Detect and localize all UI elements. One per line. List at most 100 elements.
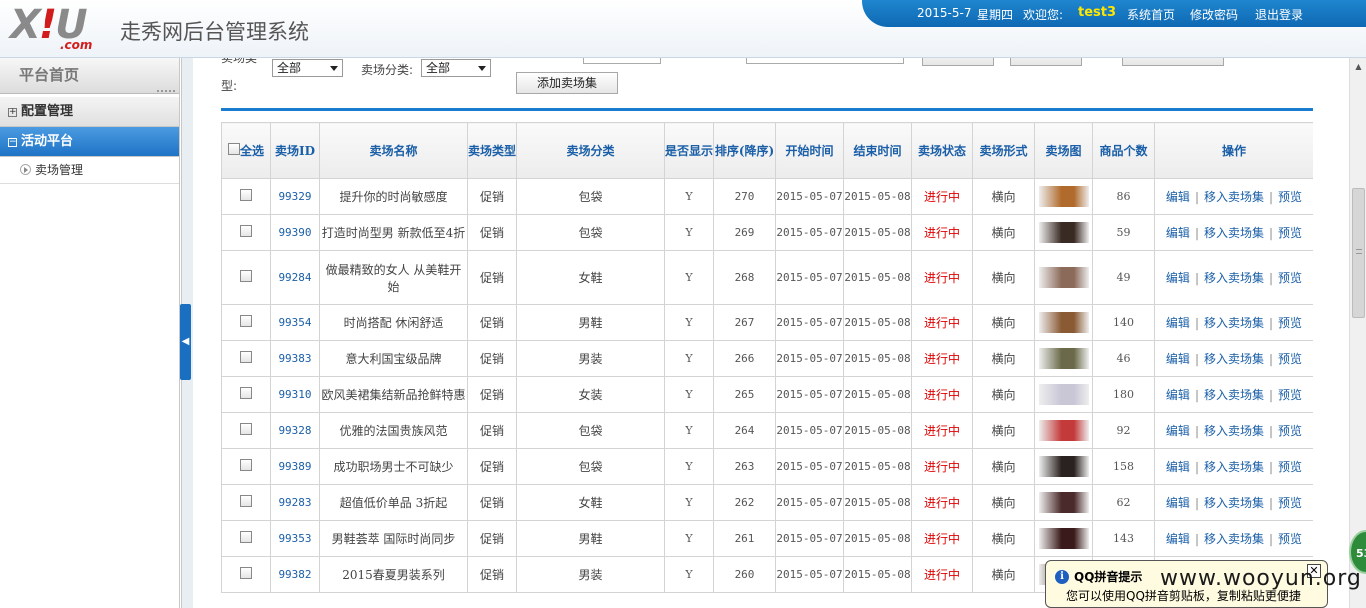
cell-id[interactable]: 99329 <box>270 178 320 215</box>
link-system-home[interactable]: 系统首页 <box>1127 6 1175 23</box>
preview-link[interactable]: 预览 <box>1278 352 1302 366</box>
link-logout[interactable]: 退出登录 <box>1255 6 1303 23</box>
row-checkbox[interactable] <box>240 225 252 237</box>
edit-link[interactable]: 编辑 <box>1166 271 1190 285</box>
cell-type: 促销 <box>467 250 517 305</box>
cell-operations: 编辑 | 移入卖场集 | 预览 <box>1154 448 1313 485</box>
column-header: 结束时间 <box>843 122 912 179</box>
cell-form: 横向 <box>972 484 1035 521</box>
cell-name: 男鞋荟萃 国际时尚同步 <box>319 520 468 557</box>
move-to-set-link[interactable]: 移入卖场集 <box>1204 388 1264 402</box>
filter-button-1[interactable] <box>922 58 994 66</box>
chevron-down-icon <box>478 66 486 71</box>
preview-link[interactable]: 预览 <box>1278 532 1302 546</box>
preview-link[interactable]: 预览 <box>1278 316 1302 330</box>
select-all-header[interactable]: 全选 <box>221 122 271 179</box>
edit-link[interactable]: 编辑 <box>1166 352 1190 366</box>
column-header: 卖场分类 <box>516 122 665 179</box>
row-checkbox[interactable] <box>240 423 252 435</box>
preview-link[interactable]: 预览 <box>1278 271 1302 285</box>
filter-input-2[interactable] <box>746 58 904 64</box>
preview-link[interactable]: 预览 <box>1278 460 1302 474</box>
category-select[interactable]: 全部 <box>421 59 491 77</box>
move-to-set-link[interactable]: 移入卖场集 <box>1204 496 1264 510</box>
filter-input-1[interactable] <box>583 58 661 64</box>
sidebar-home[interactable]: 平台首页 <box>0 58 179 94</box>
move-to-set-link[interactable]: 移入卖场集 <box>1204 316 1264 330</box>
move-to-set-link[interactable]: 移入卖场集 <box>1204 271 1264 285</box>
separator: | <box>1194 271 1199 285</box>
cell-id[interactable]: 99284 <box>270 250 320 305</box>
edit-link[interactable]: 编辑 <box>1166 460 1190 474</box>
move-to-set-link[interactable]: 移入卖场集 <box>1204 424 1264 438</box>
cell-sort: 268 <box>713 250 776 305</box>
column-header: 操作 <box>1154 122 1313 179</box>
top-bar: 2015-5-7 星期四 欢迎您: test3 系统首页 修改密码 退出登录 <box>862 0 1366 27</box>
edit-link[interactable]: 编辑 <box>1166 532 1190 546</box>
cell-status: 进行中 <box>911 448 973 485</box>
vertical-scrollbar[interactable]: ▲ <box>1349 58 1366 608</box>
move-to-set-link[interactable]: 移入卖场集 <box>1204 190 1264 204</box>
sidebar-item-config[interactable]: + 配置管理 <box>0 97 179 127</box>
row-checkbox[interactable] <box>240 459 252 471</box>
preview-link[interactable]: 预览 <box>1278 496 1302 510</box>
select-all-checkbox[interactable] <box>227 142 240 155</box>
cell-id[interactable]: 99382 <box>270 556 320 593</box>
cell-show: Y <box>664 178 714 215</box>
row-checkbox[interactable] <box>240 270 252 282</box>
cell-start: 2015-05-07 <box>775 214 844 251</box>
add-market-set-button[interactable]: 添加卖场集 <box>516 72 618 94</box>
row-checkbox[interactable] <box>240 495 252 507</box>
preview-link[interactable]: 预览 <box>1278 388 1302 402</box>
edit-link[interactable]: 编辑 <box>1166 190 1190 204</box>
cell-id[interactable]: 99283 <box>270 484 320 521</box>
row-checkbox[interactable] <box>240 531 252 543</box>
preview-link[interactable]: 预览 <box>1278 190 1302 204</box>
move-to-set-link[interactable]: 移入卖场集 <box>1204 532 1264 546</box>
cell-sort: 270 <box>713 178 776 215</box>
cell-sort: 266 <box>713 340 776 377</box>
preview-link[interactable]: 预览 <box>1278 424 1302 438</box>
cell-show: Y <box>664 412 714 449</box>
type-select-value: 全部 <box>277 61 302 75</box>
type-select[interactable]: 全部 <box>272 59 343 77</box>
cell-category: 女鞋 <box>516 250 665 305</box>
edit-link[interactable]: 编辑 <box>1166 316 1190 330</box>
edit-link[interactable]: 编辑 <box>1166 388 1190 402</box>
table-header-row: 全选 卖场ID 卖场名称 卖场类型 卖场分类 是否显示 排序(降序) 开始时间 … <box>221 122 1313 179</box>
cell-id[interactable]: 99353 <box>270 520 320 557</box>
sidebar-subitem-market[interactable]: 卖场管理 <box>0 157 179 184</box>
preview-link[interactable]: 预览 <box>1278 226 1302 240</box>
edit-link[interactable]: 编辑 <box>1166 496 1190 510</box>
move-to-set-link[interactable]: 移入卖场集 <box>1204 352 1264 366</box>
sidebar-item-activity[interactable]: − 活动平台 <box>0 127 179 157</box>
row-checkbox[interactable] <box>240 567 252 579</box>
cell-id[interactable]: 99328 <box>270 412 320 449</box>
move-to-set-link[interactable]: 移入卖场集 <box>1204 460 1264 474</box>
cell-id[interactable]: 99310 <box>270 376 320 413</box>
cell-sort: 264 <box>713 412 776 449</box>
cell-status: 进行中 <box>911 214 973 251</box>
scroll-up-icon[interactable]: ▲ <box>1350 58 1366 75</box>
cell-start: 2015-05-07 <box>775 448 844 485</box>
edit-link[interactable]: 编辑 <box>1166 226 1190 240</box>
cell-id[interactable]: 99354 <box>270 304 320 341</box>
row-checkbox[interactable] <box>240 189 252 201</box>
row-checkbox[interactable] <box>240 351 252 363</box>
scroll-thumb[interactable] <box>1352 188 1365 318</box>
edit-link[interactable]: 编辑 <box>1166 424 1190 438</box>
row-checkbox[interactable] <box>240 387 252 399</box>
move-to-set-link[interactable]: 移入卖场集 <box>1204 226 1264 240</box>
cell-id[interactable]: 99383 <box>270 340 320 377</box>
cell-id[interactable]: 99390 <box>270 214 320 251</box>
app-window: X!U .com 走秀网后台管理系统 2015-5-7 星期四 欢迎您: tes… <box>0 0 1366 608</box>
filter-button-2[interactable] <box>1010 58 1082 66</box>
filter-button-3[interactable] <box>1122 58 1224 66</box>
link-change-password[interactable]: 修改密码 <box>1190 6 1238 23</box>
row-checkbox[interactable] <box>240 315 252 327</box>
cell-id[interactable]: 99389 <box>270 448 320 485</box>
column-header: 是否显示 <box>664 122 714 179</box>
separator: | <box>1269 271 1274 285</box>
collapse-sidebar-handle[interactable]: ◀ <box>180 304 191 380</box>
separator: | <box>1194 496 1199 510</box>
